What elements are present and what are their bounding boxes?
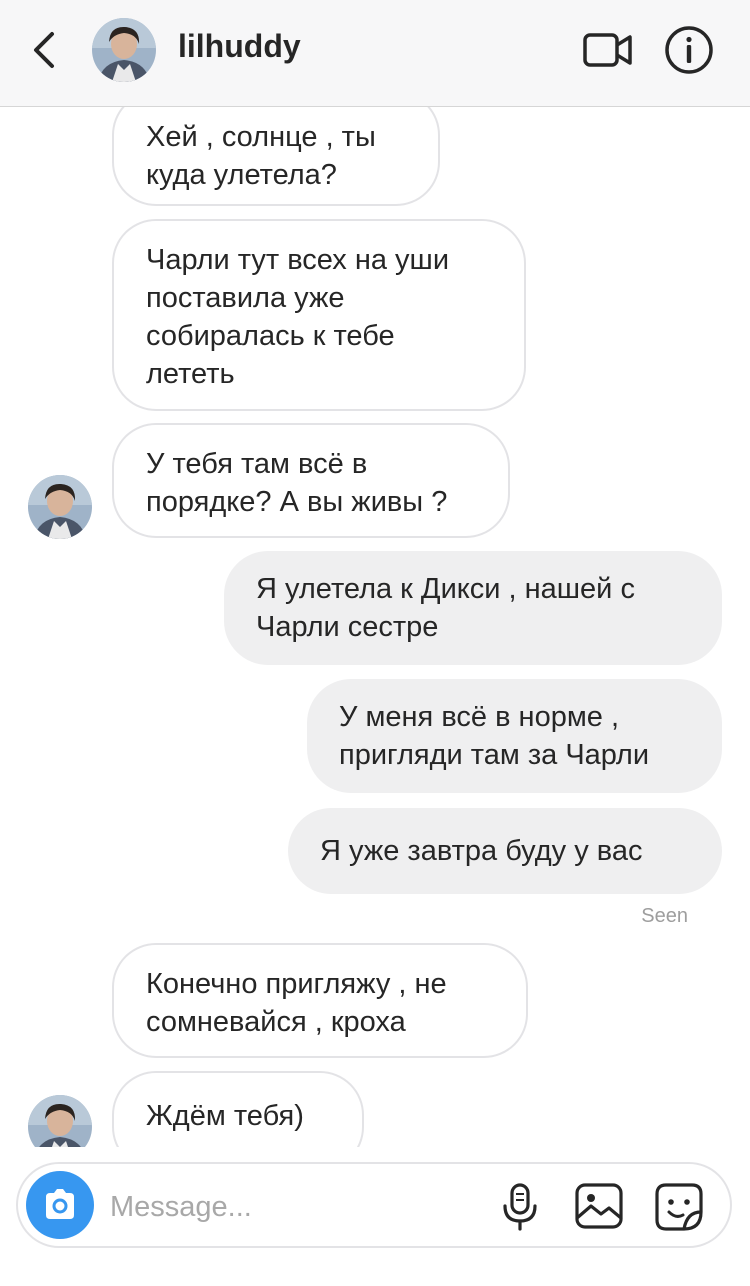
message-line: Я улетела к Дикси , нашей с [256, 573, 635, 605]
message-line: куда улетела? [146, 159, 337, 191]
video-call-icon[interactable] [582, 30, 634, 70]
message-input[interactable] [108, 1184, 472, 1230]
info-icon[interactable] [664, 25, 714, 75]
profile-photo-icon [28, 475, 92, 539]
seen-indicator: Seen [641, 905, 688, 927]
sticker-icon[interactable] [654, 1182, 704, 1232]
message-bubble[interactable]: Хей , солнце , ты куда улетела? [112, 107, 440, 206]
sender-avatar[interactable] [28, 475, 92, 539]
message-line: собиралась к тебе [146, 320, 395, 352]
message-line: У меня всё в норме , [339, 701, 620, 733]
message-line: Чарли тут всех на уши [146, 244, 450, 276]
chat-username[interactable]: lilhuddy [178, 28, 301, 65]
camera-button[interactable] [26, 1171, 94, 1239]
message-line: лететь [146, 358, 235, 390]
profile-photo-icon [92, 18, 156, 82]
gallery-icon[interactable] [574, 1182, 624, 1230]
message-line: Ждём тебя) [146, 1100, 304, 1132]
message-bubble[interactable]: Конечно пригляжу , не сомневайся , кроха [112, 943, 528, 1058]
message-line: порядке? А вы живы ? [146, 486, 448, 518]
message-thread[interactable]: Хей , солнце , ты куда улетела? Чарли ту… [0, 107, 750, 1147]
message-bubble[interactable]: У тебя там всё в порядке? А вы живы ? [112, 423, 510, 538]
microphone-icon[interactable] [500, 1182, 540, 1232]
message-composer [16, 1162, 732, 1248]
message-line: Конечно пригляжу , не [146, 968, 447, 1000]
camera-icon [46, 1189, 74, 1219]
message-line: Чарли сестре [256, 611, 439, 643]
message-bubble[interactable]: Чарли тут всех на уши поставила уже соби… [112, 219, 526, 411]
message-bubble[interactable]: У меня всё в норме , пригляди там за Чар… [307, 679, 722, 793]
message-line: сомневайся , кроха [146, 1006, 406, 1038]
message-line: Я уже завтра буду у вас [320, 835, 643, 867]
chat-header: lilhuddy [0, 0, 750, 107]
sender-avatar[interactable] [28, 1095, 92, 1147]
message-line: У тебя там всё в [146, 448, 368, 480]
message-bubble[interactable]: Ждём тебя) [112, 1071, 364, 1147]
message-line: пригляди там за Чарли [339, 739, 650, 771]
message-bubble[interactable]: Я улетела к Дикси , нашей с Чарли сестре [224, 551, 722, 665]
profile-photo-icon [28, 1095, 92, 1147]
header-avatar[interactable] [92, 18, 156, 82]
message-bubble[interactable]: Я уже завтра буду у вас [288, 808, 722, 894]
back-chevron-icon[interactable] [28, 28, 64, 72]
message-line: Хей , солнце , ты [146, 121, 376, 153]
message-line: поставила уже [146, 282, 345, 314]
